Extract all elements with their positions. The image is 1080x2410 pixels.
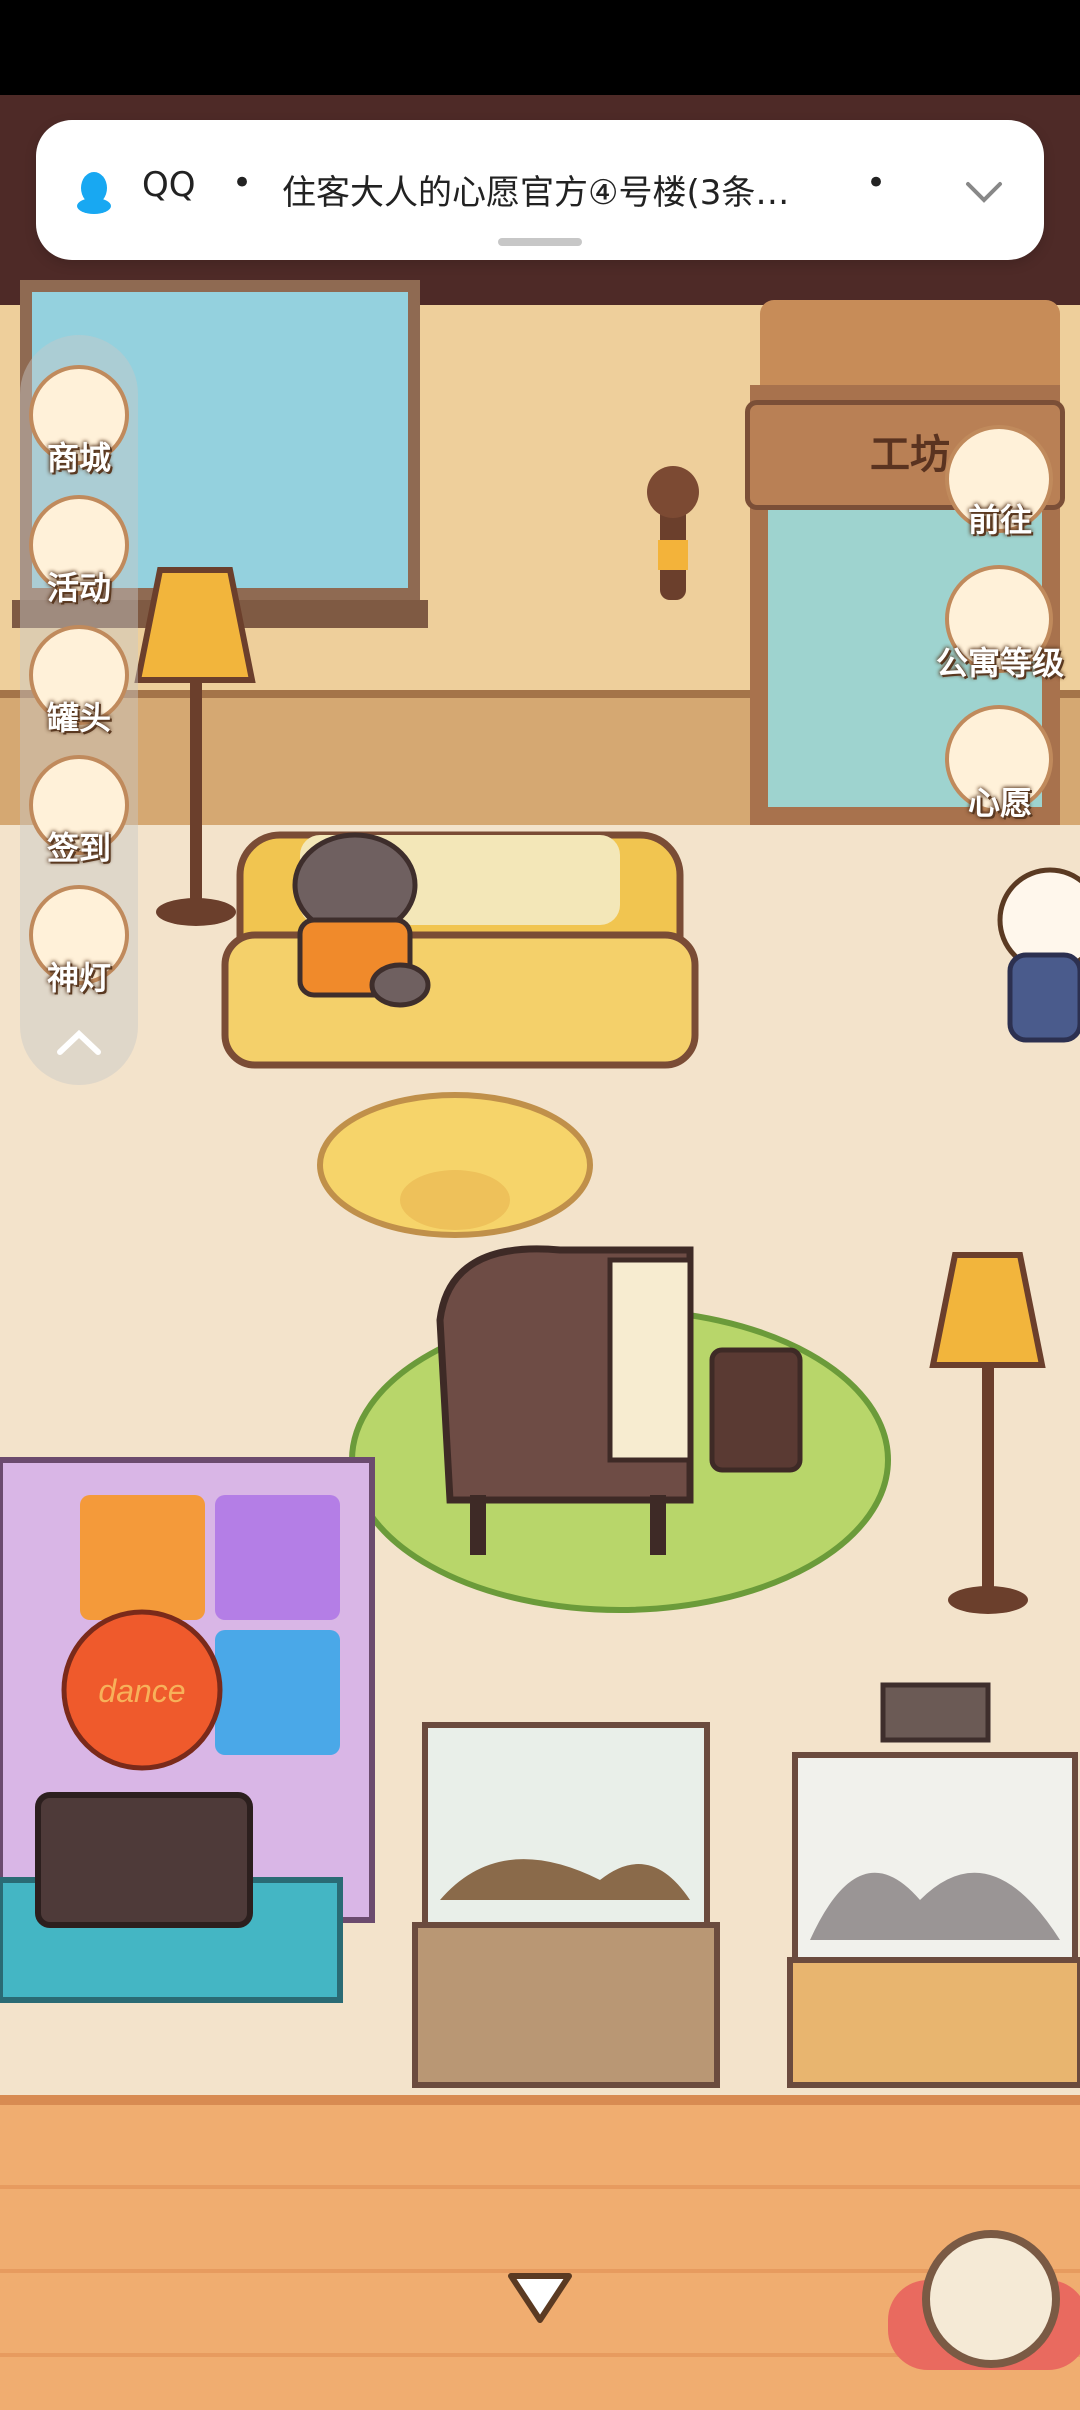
notification-separator-2: • [866,163,887,203]
menu-label-apartment-level[interactable]: 公寓等级 [900,638,1080,684]
menu-label-goto[interactable]: 前往 [900,495,1080,541]
dance-machine[interactable] [0,1457,375,2003]
menu-label-activity[interactable]: 活动 [19,563,139,609]
notification-separator: • [232,163,253,203]
floor-lamp-left [134,567,256,926]
room-scene: dance [0,466,1080,2088]
menu-label-checkin[interactable]: 签到 [19,823,139,869]
chevron-down-icon[interactable] [960,168,1008,216]
cat-character[interactable] [997,867,1080,1043]
piano-stool [709,1347,803,1473]
triangle-down-icon[interactable] [505,2268,575,2328]
dance-label: dance [98,1673,185,1709]
menu-label-shop[interactable]: 商城 [19,433,139,479]
notification-drag-handle[interactable] [498,238,582,246]
left-menu-panel: 商城 活动 罐头 签到 神灯 [20,335,138,1085]
notification-app-name: QQ [142,165,196,205]
aquarium-right[interactable] [787,1682,1080,2088]
menu-label-lamp[interactable]: 神灯 [19,953,139,999]
chevron-up-icon[interactable] [44,1008,114,1078]
notification-text: 住客大人的心愿官方④号楼(3条… [282,173,790,213]
qq-penguin-icon [77,172,111,214]
yarn-ball-icon[interactable] [922,2230,1060,2368]
wall-lamp [647,466,699,600]
menu-label-wish[interactable]: 心愿 [900,778,1080,824]
menu-label-can[interactable]: 罐头 [19,693,139,739]
floor-lamp-right [929,1252,1046,1614]
cat-rug [317,1092,593,1238]
aquarium-left[interactable] [412,1722,720,2088]
